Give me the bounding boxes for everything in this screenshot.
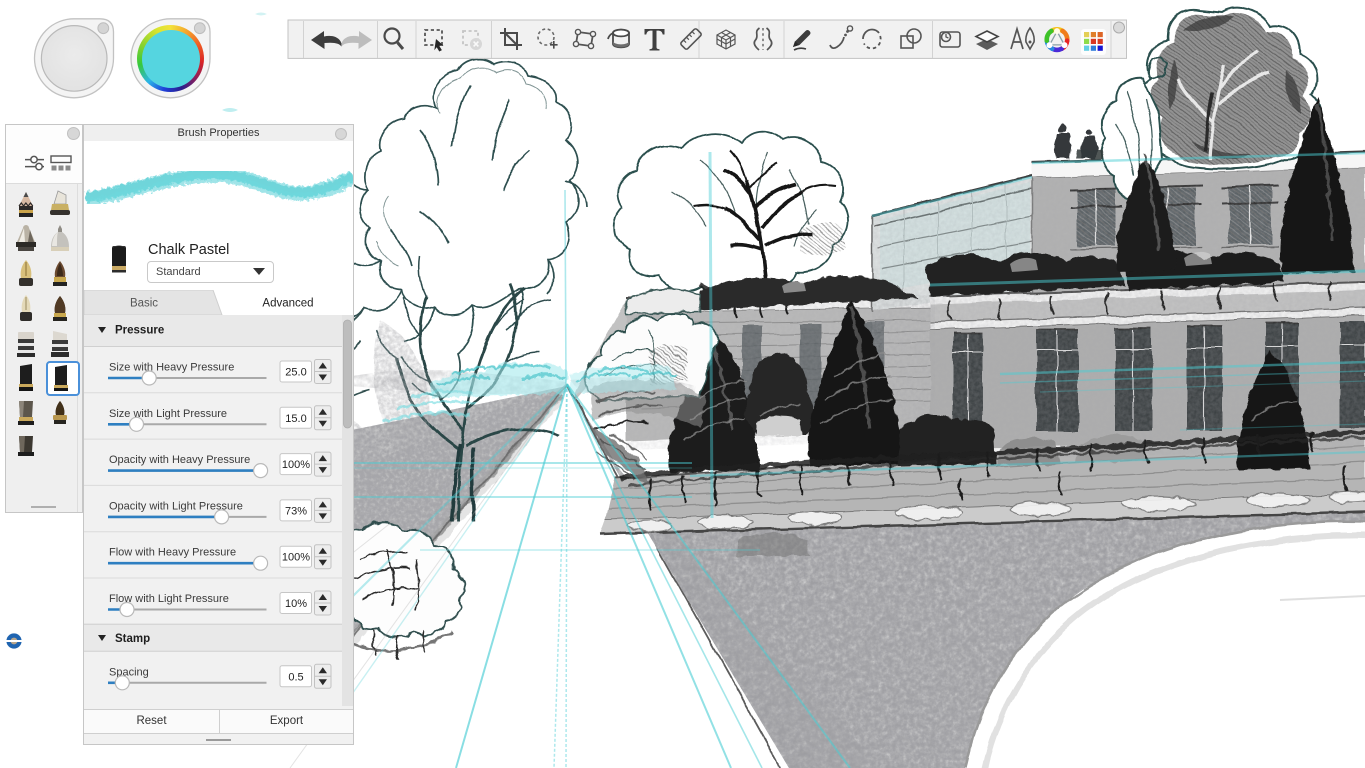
svg-text:25.0: 25.0 (285, 367, 306, 379)
svg-text:Stamp: Stamp (115, 633, 150, 645)
svg-text:Basic: Basic (130, 298, 158, 310)
svg-text:Spacing: Spacing (109, 666, 149, 678)
svg-text:0.5: 0.5 (288, 671, 303, 683)
svg-text:100%: 100% (282, 552, 310, 564)
svg-text:100%: 100% (282, 459, 310, 471)
svg-text:Chalk Pastel: Chalk Pastel (148, 242, 229, 258)
svg-text:Flow with Heavy Pressure: Flow with Heavy Pressure (109, 547, 236, 559)
svg-text:Size with Light Pressure: Size with Light Pressure (109, 408, 227, 420)
svg-text:15.0: 15.0 (285, 413, 306, 425)
svg-text:Advanced: Advanced (262, 298, 313, 310)
svg-text:73%: 73% (285, 505, 307, 517)
svg-text:10%: 10% (285, 598, 307, 610)
svg-text:Size with Heavy Pressure: Size with Heavy Pressure (109, 362, 234, 374)
svg-text:Opacity with Heavy Pressure: Opacity with Heavy Pressure (109, 454, 250, 466)
